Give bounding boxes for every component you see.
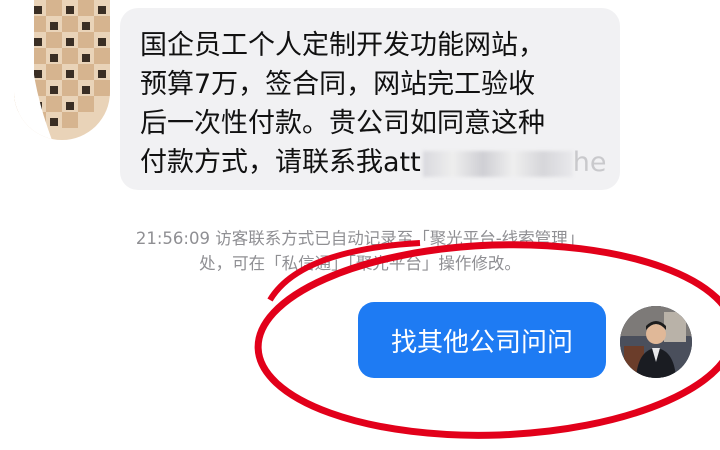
user-avatar[interactable] bbox=[620, 306, 692, 378]
incoming-message-line: 国企员工个人定制开发功能网站， bbox=[140, 30, 545, 61]
outgoing-message-text: 找其他公司问问 bbox=[390, 327, 573, 358]
user-avatar-icon bbox=[620, 306, 692, 378]
incoming-message-bubble[interactable]: 国企员工个人定制开发功能网站， 预算7万，签合同，网站完工验收 后一次性付款。贵… bbox=[120, 8, 620, 190]
outgoing-message-bubble[interactable]: 找其他公司问问 bbox=[358, 302, 606, 378]
system-notification-line: 21:56:09 访客联系方式已自动记录至「聚光平台-线索管理」 bbox=[135, 229, 585, 248]
incoming-message-line: 后一次性付款。贵公司如同意这种 bbox=[140, 108, 545, 139]
incoming-message-line: 付款方式，请联系我att bbox=[140, 147, 421, 178]
blurred-contact-info bbox=[422, 150, 573, 177]
incoming-message-line: 预算7万，签合同，网站完工验收 bbox=[140, 69, 536, 100]
blurred-trailing-text: he bbox=[572, 147, 607, 178]
pixelated-avatar-icon bbox=[14, 0, 110, 140]
incoming-message-last-line: 付款方式，请联系我att he bbox=[140, 143, 606, 182]
system-notification-line: 处，可在「私信通」「聚光平台」操作修改。 bbox=[199, 254, 521, 273]
visitor-avatar[interactable] bbox=[14, 0, 110, 140]
system-notification: 21:56:09 访客联系方式已自动记录至「聚光平台-线索管理」 处，可在「私信… bbox=[0, 226, 720, 276]
